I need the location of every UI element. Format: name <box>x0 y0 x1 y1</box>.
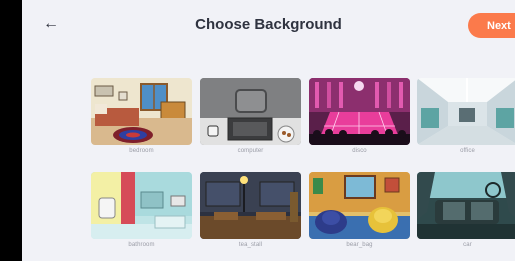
bedroom-thumbnail <box>91 78 192 145</box>
background-option-bear-bag[interactable]: bear_bag <box>309 172 410 248</box>
background-label: tea_stall <box>238 242 263 248</box>
background-label: bear_bag <box>346 242 373 248</box>
bathroom-thumbnail <box>91 172 192 239</box>
tea-stall-thumbnail <box>200 172 301 239</box>
background-label: bedroom <box>129 148 154 154</box>
car-thumbnail <box>417 172 515 239</box>
background-label: computer <box>237 148 264 154</box>
next-button[interactable]: Next <box>468 13 515 38</box>
background-option-disco[interactable]: disco <box>309 78 410 154</box>
background-label: bathroom <box>128 242 155 248</box>
left-edge-bar <box>0 0 22 261</box>
computer-thumbnail <box>200 78 301 145</box>
page-title: Choose Background <box>195 16 342 33</box>
background-option-bedroom[interactable]: bedroom <box>91 78 192 154</box>
background-option-bathroom[interactable]: bathroom <box>91 172 192 248</box>
background-label: disco <box>352 148 367 154</box>
bear-bag-thumbnail <box>309 172 410 239</box>
choose-background-screen: ← Choose Background Next bedroom compute… <box>22 0 515 261</box>
background-option-tea-stall[interactable]: tea_stall <box>200 172 301 248</box>
background-option-computer[interactable]: computer <box>200 78 301 154</box>
background-label: car <box>463 242 472 248</box>
background-option-office[interactable]: office <box>417 78 515 154</box>
background-option-car[interactable]: car <box>417 172 515 248</box>
disco-thumbnail <box>309 78 410 145</box>
office-thumbnail <box>417 78 515 145</box>
background-label: office <box>460 148 475 154</box>
